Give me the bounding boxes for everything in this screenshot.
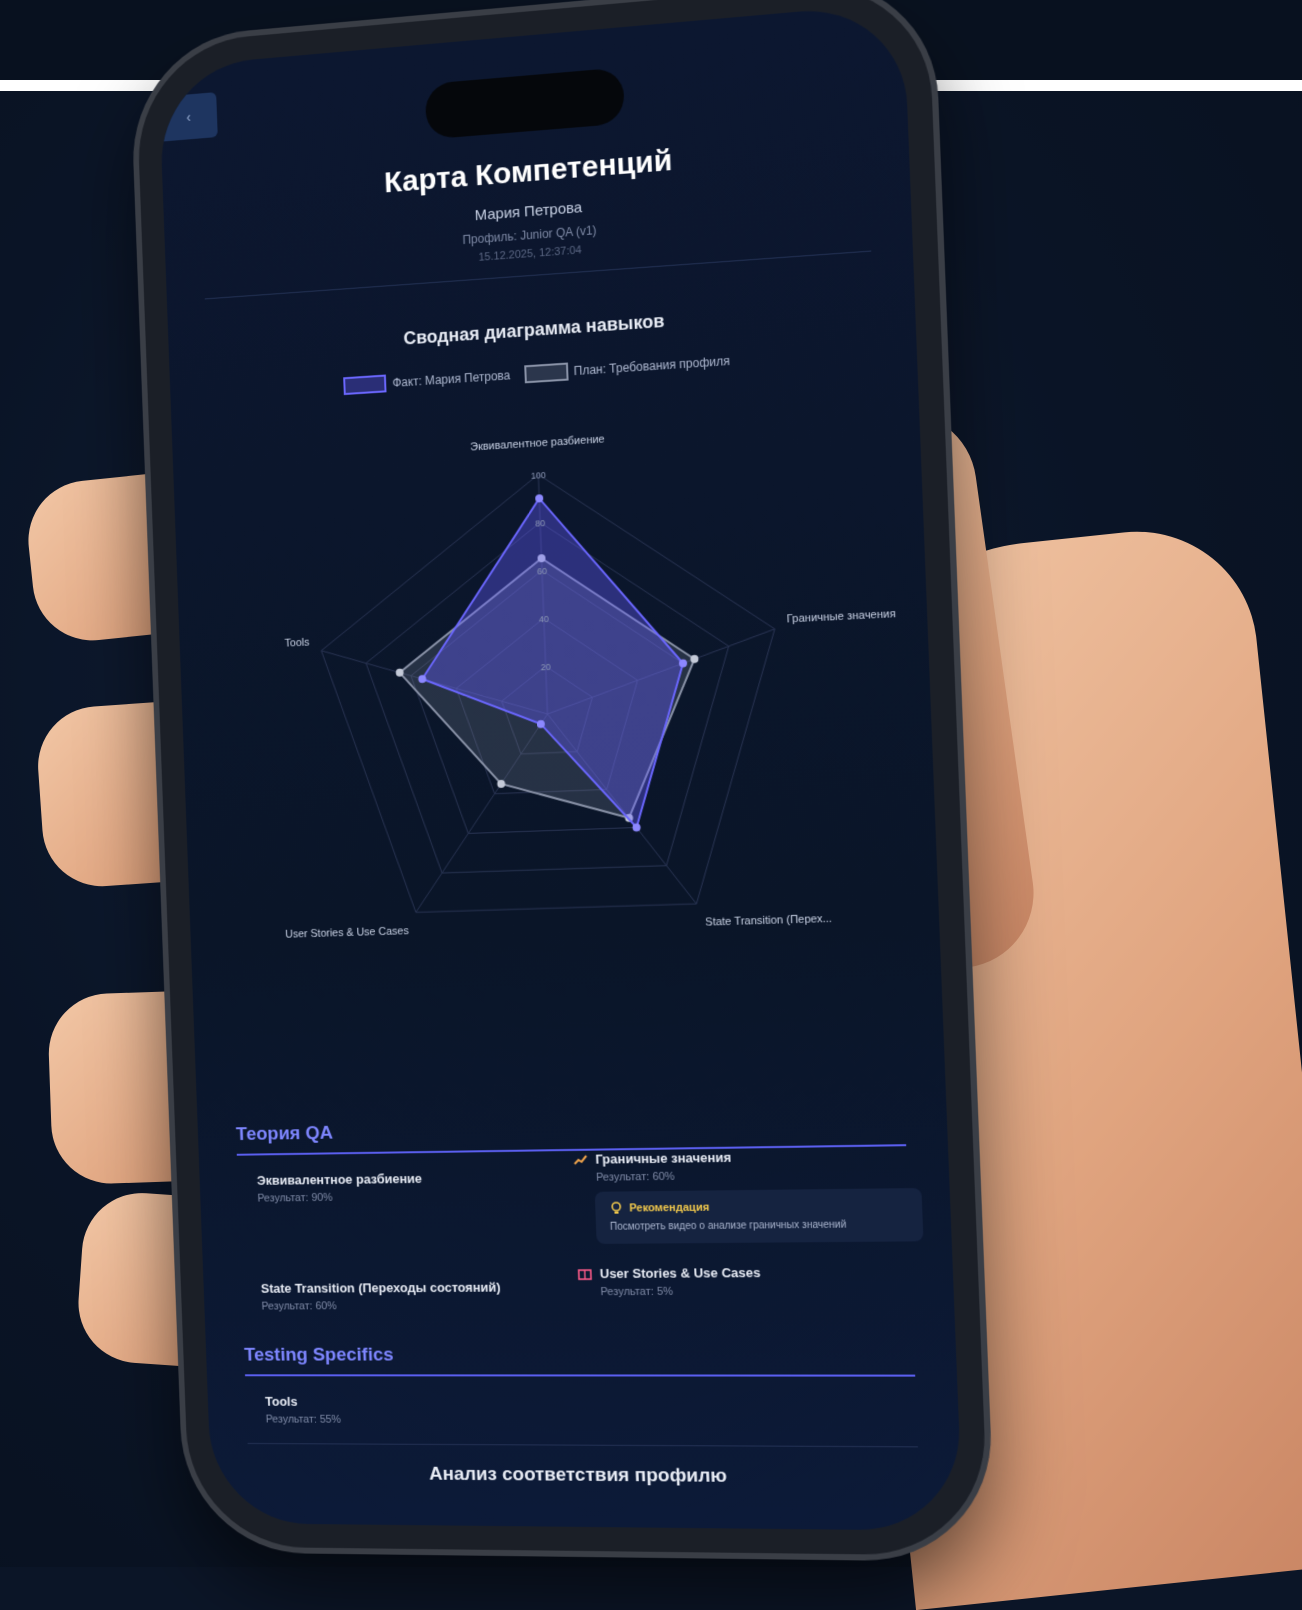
skill-item[interactable]: State Transition (Переходы состояний) [261, 1280, 501, 1296]
skill-item[interactable]: User Stories & Use Cases [578, 1265, 761, 1281]
legend-label: Факт: Мария Петрова [392, 368, 510, 390]
category-header: Testing Specifics [244, 1344, 915, 1377]
skill-result: Результат: 60% [261, 1300, 337, 1312]
radar-tick-label: 100 [531, 470, 546, 481]
skill-item[interactable]: Граничные значения [573, 1150, 731, 1167]
recommendation-link[interactable]: Посмотреть видео о анализе граничных зна… [610, 1219, 847, 1232]
phone-screen: ‹ Карта Компетенций Мария Петрова Профил… [158, 2, 963, 1530]
legend-swatch-fact [344, 374, 387, 395]
radar-chart: 20 40 60 80 100 Эквивалентное разбиение Гранич… [172, 391, 944, 1062]
skill-name: Эквивалентное разбиение [257, 1171, 423, 1188]
legend-swatch-plan [524, 363, 568, 384]
skill-result: Результат: 60% [596, 1171, 675, 1184]
recommendation-box[interactable]: Рекомендация Посмотреть видео о анализе … [595, 1188, 924, 1244]
dynamic-island [425, 67, 625, 139]
back-icon: ‹ [186, 109, 191, 125]
back-button[interactable]: ‹ [159, 92, 218, 142]
page-header: Карта Компетенций Мария Петрова Профиль:… [163, 125, 913, 287]
radar-axis-label: User Stories & Use Cases [285, 925, 410, 941]
radar-tick-label: 80 [535, 518, 545, 529]
section-title: Анализ соответствия профилю [210, 1462, 961, 1489]
skill-result: Результат: 55% [266, 1414, 342, 1426]
skill-result: Результат: 5% [600, 1286, 673, 1298]
skill-result: Результат: 90% [257, 1192, 333, 1205]
divider [248, 1443, 918, 1447]
radar-axis-label: Граничные значения [786, 608, 896, 626]
radar-tick-label: 20 [541, 662, 551, 673]
radar-tick-label: 40 [539, 614, 549, 625]
legend-item-fact[interactable]: Факт: Мария Петрова [344, 366, 511, 395]
skill-item[interactable]: Tools [265, 1394, 298, 1409]
skill-name: Граничные значения [595, 1150, 731, 1167]
recommendation-title: Рекомендация [609, 1201, 709, 1216]
trend-up-icon [573, 1152, 588, 1166]
book-icon [578, 1267, 593, 1281]
radar-tick-label: 60 [537, 566, 547, 577]
phone-frame: ‹ Карта Компетенций Мария Петрова Профил… [135, 0, 989, 1556]
category-header: Теория QA [236, 1113, 907, 1155]
radar-axis-label: State Transition (Перех... [705, 913, 832, 929]
skill-item[interactable]: Эквивалентное разбиение [257, 1171, 423, 1188]
radar-axis-label: Tools [285, 636, 311, 649]
lightbulb-icon [609, 1202, 624, 1216]
skill-name: Tools [265, 1394, 298, 1409]
radar-axis-label: Эквивалентное разбиение [470, 433, 605, 453]
legend-item-plan[interactable]: План: Требования профиля [524, 352, 730, 384]
legend-label: План: Требования профиля [573, 354, 730, 378]
skill-name: State Transition (Переходы состояний) [261, 1280, 501, 1296]
skill-name: User Stories & Use Cases [600, 1265, 761, 1281]
